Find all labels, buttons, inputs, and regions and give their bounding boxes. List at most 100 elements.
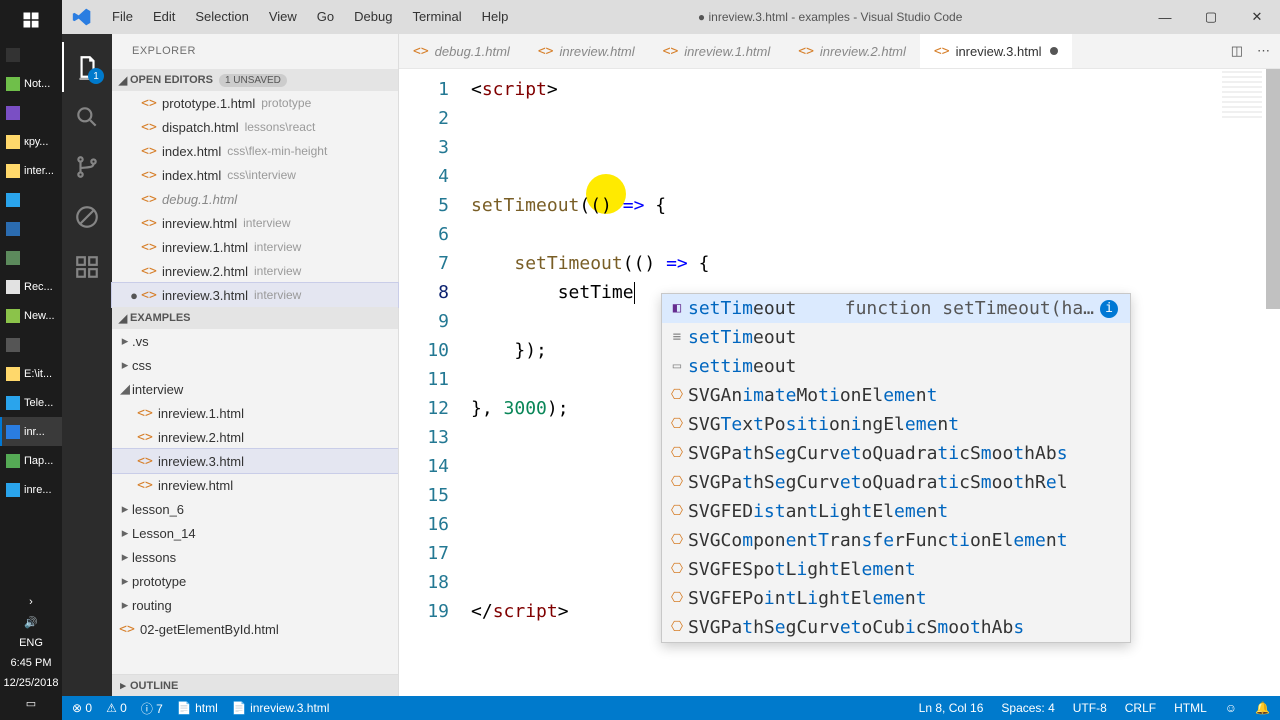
split-editor-icon[interactable]: ◫: [1231, 43, 1243, 59]
menu-view[interactable]: View: [259, 0, 307, 34]
status-spaces[interactable]: Spaces: 4: [1001, 701, 1054, 715]
taskbar-item[interactable]: [0, 214, 62, 243]
tree-folder[interactable]: ▸routing: [112, 593, 398, 617]
status-eol[interactable]: CRLF: [1125, 701, 1156, 715]
tray-language[interactable]: ENG: [19, 633, 43, 653]
taskbar-item[interactable]: E:\it...: [0, 359, 62, 388]
tree-file[interactable]: <>inreview.2.html: [112, 425, 398, 449]
git-branch-icon: [74, 154, 100, 180]
menu-go[interactable]: Go: [307, 0, 344, 34]
intellisense-item[interactable]: ⎔SVGFEDistantLightElement: [662, 497, 1130, 526]
editor-tab[interactable]: <>inreview.html: [524, 34, 649, 68]
status-file[interactable]: 📄 inreview.3.html: [232, 701, 330, 715]
tree-folder[interactable]: ▸.vs: [112, 329, 398, 353]
menu-help[interactable]: Help: [472, 0, 519, 34]
activity-debug[interactable]: [62, 192, 112, 242]
open-editor-item[interactable]: <>prototype.1.htmlprototype: [112, 91, 398, 115]
editor-tabs: <>debug.1.html<>inreview.html<>inreview.…: [399, 34, 1280, 69]
tray-chevron-icon[interactable]: ›: [29, 592, 33, 612]
intellisense-item[interactable]: ⎔SVGPathSegCurvetoQuadraticSmoothRel: [662, 468, 1130, 497]
taskbar-item[interactable]: inre...: [0, 475, 62, 504]
taskbar-item[interactable]: Rec...: [0, 272, 62, 301]
intellisense-item[interactable]: ⎔SVGAnimateMotionElement: [662, 381, 1130, 410]
intellisense-item[interactable]: ⎔SVGTextPositioningElement: [662, 410, 1130, 439]
intellisense-item[interactable]: ⎔SVGPathSegCurvetoQuadraticSmoothAbs: [662, 439, 1130, 468]
tree-folder[interactable]: ▸prototype: [112, 569, 398, 593]
tree-folder[interactable]: ◢interview: [112, 377, 398, 401]
intellisense-item[interactable]: ⎔SVGPathSegCurvetoCubicSmoothAbs: [662, 613, 1130, 642]
status-feedback-icon[interactable]: ☺: [1225, 701, 1237, 715]
intellisense-item[interactable]: ≡setTimeout: [662, 323, 1130, 352]
open-editor-item[interactable]: <>inreview.1.htmlinterview: [112, 235, 398, 259]
menu-file[interactable]: File: [102, 0, 143, 34]
taskbar-item[interactable]: [0, 330, 62, 359]
taskbar-item[interactable]: Tele...: [0, 388, 62, 417]
editor-tab[interactable]: <>inreview.3.html: [920, 34, 1072, 68]
tree-folder[interactable]: ▸Lesson_14: [112, 521, 398, 545]
open-editor-item[interactable]: <>index.htmlcss\flex-min-height: [112, 139, 398, 163]
minimize-button[interactable]: —: [1142, 0, 1188, 34]
status-cursor[interactable]: Ln 8, Col 16: [919, 701, 984, 715]
taskbar-item[interactable]: [0, 40, 62, 69]
activity-search[interactable]: [62, 92, 112, 142]
open-editor-item[interactable]: <>inreview.htmlinterview: [112, 211, 398, 235]
status-notifications-icon[interactable]: 🔔: [1255, 701, 1270, 715]
vscode-window: FileEditSelectionViewGoDebugTerminalHelp…: [62, 0, 1280, 720]
maximize-button[interactable]: ▢: [1188, 0, 1234, 34]
intellisense-item[interactable]: ⎔SVGFESpotLightElement: [662, 555, 1130, 584]
status-lang1[interactable]: 📄 html: [177, 701, 218, 715]
status-errors[interactable]: ⊗ 0: [72, 701, 92, 715]
taskbar-item[interactable]: [0, 243, 62, 272]
status-warnings[interactable]: ⚠ 0: [106, 701, 127, 715]
tree-folder[interactable]: ▸lessons: [112, 545, 398, 569]
editor-tab[interactable]: <>inreview.1.html: [649, 34, 785, 68]
more-actions-icon[interactable]: ⋯: [1257, 43, 1270, 59]
taskbar-item[interactable]: New...: [0, 301, 62, 330]
activity-explorer[interactable]: 1: [62, 42, 112, 92]
windows-start-button[interactable]: [0, 0, 62, 40]
status-encoding[interactable]: UTF-8: [1073, 701, 1107, 715]
tree-file[interactable]: <>inreview.3.html: [112, 449, 398, 473]
menu-edit[interactable]: Edit: [143, 0, 185, 34]
tray-notifications-icon[interactable]: ▭: [26, 693, 36, 714]
activity-scm[interactable]: [62, 142, 112, 192]
open-editor-item[interactable]: <>debug.1.html: [112, 187, 398, 211]
menu-debug[interactable]: Debug: [344, 0, 402, 34]
activity-extensions[interactable]: [62, 242, 112, 292]
open-editor-item[interactable]: <>inreview.2.htmlinterview: [112, 259, 398, 283]
tray-sound-icon[interactable]: 🔊: [24, 612, 38, 633]
editor-tab[interactable]: <>inreview.2.html: [784, 34, 920, 68]
workspace-header[interactable]: ◢ EXAMPLES: [112, 307, 398, 329]
code-content[interactable]: <script> setTimeout(() => { setTimeout((…: [471, 69, 1280, 696]
intellisense-item[interactable]: ⎔SVGComponentTransferFunctionElement: [662, 526, 1130, 555]
chevron-down-icon: ◢: [116, 312, 130, 325]
open-editors-header[interactable]: ◢ OPEN EDITORS 1 UNSAVED: [112, 69, 398, 91]
outline-header[interactable]: ▸ OUTLINE: [112, 674, 398, 696]
intellisense-popup[interactable]: function setTimeout(ha…i ◧setTimeout≡set…: [661, 293, 1131, 643]
taskbar-item[interactable]: inter...: [0, 156, 62, 185]
close-button[interactable]: ✕: [1234, 0, 1280, 34]
tree-file[interactable]: <>02-getElementById.html: [112, 617, 398, 641]
menu-terminal[interactable]: Terminal: [402, 0, 471, 34]
editor-tab[interactable]: <>debug.1.html: [399, 34, 524, 68]
info-icon[interactable]: i: [1100, 300, 1118, 318]
code-area[interactable]: 12345678910111213141516171819 <script> s…: [399, 69, 1280, 696]
taskbar-item[interactable]: inr...: [0, 417, 62, 446]
open-editor-item[interactable]: <>index.htmlcss\interview: [112, 163, 398, 187]
tree-folder[interactable]: ▸lesson_6: [112, 497, 398, 521]
intellisense-item[interactable]: ▭settimeout: [662, 352, 1130, 381]
taskbar-item[interactable]: Not...: [0, 69, 62, 98]
status-info[interactable]: ⓘ 7: [141, 700, 163, 717]
taskbar-item[interactable]: [0, 185, 62, 214]
taskbar-item[interactable]: Пар...: [0, 446, 62, 475]
intellisense-item[interactable]: ⎔SVGFEPointLightElement: [662, 584, 1130, 613]
menu-selection[interactable]: Selection: [185, 0, 258, 34]
open-editor-item[interactable]: ●<>inreview.3.htmlinterview: [112, 283, 398, 307]
open-editor-item[interactable]: <>dispatch.htmllessons\react: [112, 115, 398, 139]
taskbar-item[interactable]: кру...: [0, 127, 62, 156]
tree-file[interactable]: <>inreview.html: [112, 473, 398, 497]
tree-file[interactable]: <>inreview.1.html: [112, 401, 398, 425]
status-language[interactable]: HTML: [1174, 701, 1207, 715]
tree-folder[interactable]: ▸css: [112, 353, 398, 377]
taskbar-item[interactable]: [0, 98, 62, 127]
